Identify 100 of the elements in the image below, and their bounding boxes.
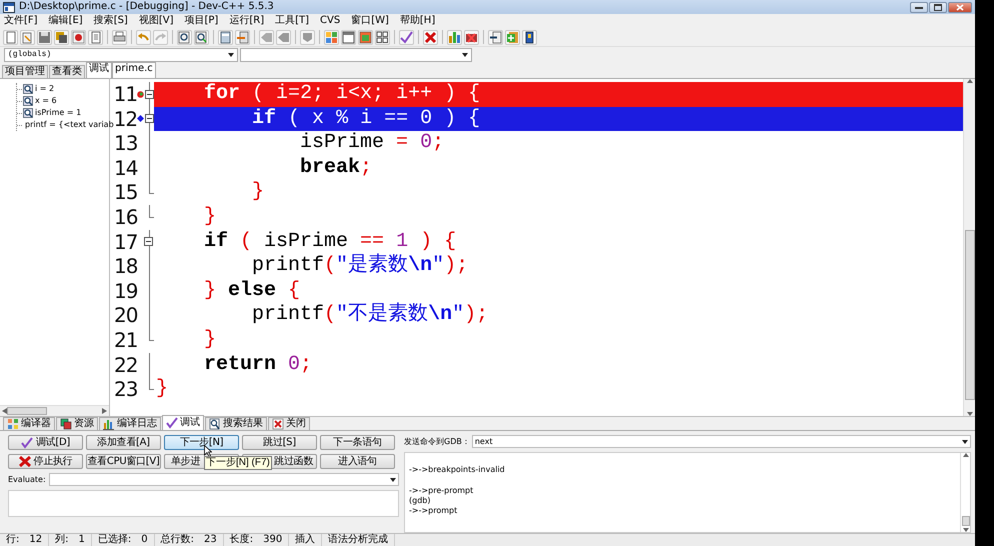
debug-button[interactable]: 跳过[S] — [242, 435, 317, 450]
breakpoint-icon[interactable] — [137, 90, 144, 98]
line-number: 16 — [113, 204, 138, 230]
menu-item[interactable]: 视图[V] — [138, 15, 174, 27]
code-line: break; — [299, 156, 374, 180]
menu-item[interactable]: CVS — [320, 15, 340, 27]
watch-icon — [23, 96, 33, 106]
debug-button[interactable]: 停止执行 — [8, 454, 83, 469]
watch-item[interactable]: printf = {<text variab — [25, 120, 114, 130]
debug-button[interactable]: 查看CPU窗口[V] — [86, 454, 161, 469]
menu-item[interactable]: 编辑[E] — [48, 15, 83, 27]
printer-icon[interactable] — [113, 30, 126, 44]
bar-chart-icon[interactable] — [448, 30, 461, 44]
status-value: 12 — [29, 534, 42, 546]
fold-toggle[interactable] — [144, 237, 154, 246]
check-icon — [20, 436, 33, 448]
debug-button[interactable]: 添加查看[A] — [86, 435, 161, 450]
status-value: 0 — [141, 534, 148, 546]
panel-tab[interactable]: 项目管理 — [2, 65, 48, 78]
maximize-button[interactable] — [929, 2, 947, 12]
scrollbar-thumb[interactable] — [962, 516, 970, 526]
check-icon[interactable] — [400, 30, 413, 44]
line-number: 21 — [113, 328, 138, 353]
evaluate-field[interactable] — [48, 473, 399, 486]
menu-item[interactable]: 文件[F] — [4, 15, 38, 27]
book-icon[interactable] — [523, 30, 536, 44]
line-number: 14 — [113, 156, 138, 180]
code-line: } — [203, 328, 218, 353]
status-label: 行: — [6, 534, 20, 546]
window-title: D:\Desktop\prime.c - [Debugging] - Dev-C++ 5.5.3 — [19, 1, 274, 13]
debug-button[interactable]: 进入语句 — [320, 454, 395, 469]
magnifier-page-icon[interactable] — [178, 30, 191, 44]
magnifier-page-icon[interactable] — [195, 30, 208, 44]
file-tab[interactable]: prime.c — [112, 62, 156, 78]
panel-tab[interactable]: 调试 — [86, 62, 112, 78]
fold-toggle[interactable] — [144, 114, 154, 124]
watch-item[interactable]: isPrime = 1 — [35, 108, 82, 118]
menu-item[interactable]: 搜索[S] — [94, 15, 128, 27]
code-line: printf("不是素数\n"); — [251, 303, 490, 328]
panel-tab[interactable]: 资源 — [56, 417, 98, 430]
status-value: 1 — [78, 534, 85, 546]
panel-tab[interactable]: 搜索结果 — [205, 417, 267, 430]
dropdown-arrow-icon — [462, 53, 468, 57]
shield-icon[interactable] — [301, 30, 314, 44]
status-value: 390 — [263, 534, 282, 546]
search-icon — [209, 418, 221, 430]
scrollbar-thumb[interactable] — [964, 230, 974, 400]
menu-item[interactable]: 项目[P] — [184, 15, 218, 27]
menu-item[interactable]: 工具[T] — [275, 15, 310, 27]
panel-tab[interactable]: 编译日志 — [99, 417, 161, 430]
code-line: } else { — [203, 278, 302, 304]
scroll-right-icon[interactable] — [102, 408, 107, 414]
line-number: 23 — [113, 377, 138, 402]
left-arrow-icon[interactable] — [277, 30, 290, 44]
status-label: 总行数: — [160, 534, 194, 546]
scroll-up-icon[interactable] — [962, 453, 968, 457]
debug-button[interactable]: 下一步[N] — [164, 435, 239, 450]
close-button[interactable] — [948, 2, 972, 12]
panel-icon[interactable] — [219, 30, 232, 44]
save-icon[interactable] — [38, 30, 51, 44]
panel-tab[interactable]: 调试 — [162, 415, 204, 430]
scrollbar-thumb[interactable] — [7, 407, 47, 415]
panel-tab[interactable]: 查看类 — [49, 65, 85, 78]
cross-icon[interactable] — [424, 30, 437, 44]
line-number: 11 — [112, 82, 138, 107]
bar-chart-icon — [103, 418, 115, 430]
menu-item[interactable]: 窗口[W] — [351, 15, 389, 27]
check-icon — [166, 417, 178, 429]
scope-dropdown[interactable]: (globals) — [4, 48, 238, 62]
minimize-button[interactable] — [910, 2, 928, 12]
color-window-icon[interactable] — [359, 30, 372, 44]
debug-button[interactable]: 下一条语句 — [320, 435, 395, 450]
plus-icon[interactable] — [506, 30, 519, 44]
watch-item[interactable]: x = 6 — [35, 96, 57, 106]
scroll-down-icon[interactable] — [966, 412, 972, 416]
close-icon — [272, 418, 284, 430]
tooltip: 下一步[N] (F7) — [204, 456, 272, 470]
undo-arrow-icon[interactable] — [137, 30, 150, 44]
tiles-icon[interactable] — [325, 30, 338, 44]
window-icon[interactable] — [342, 30, 355, 44]
four-squares-icon[interactable] — [376, 30, 389, 44]
page-icon[interactable] — [4, 30, 17, 44]
panel-tab[interactable]: 关闭 — [268, 417, 310, 430]
close-file-icon[interactable] — [72, 30, 85, 44]
menu-item[interactable]: 运行[R] — [229, 15, 264, 27]
code-line: } — [203, 204, 218, 230]
document-icon[interactable] — [89, 30, 102, 44]
code-line: isPrime = 0; — [299, 131, 446, 156]
fold-toggle[interactable] — [144, 90, 154, 99]
scroll-up-icon[interactable] — [966, 79, 972, 83]
debug-button[interactable]: 调试[D] — [8, 435, 83, 450]
watch-item[interactable]: i = 2 — [35, 84, 54, 94]
panel-tab[interactable]: 编译器 — [3, 417, 55, 430]
pages-icon[interactable] — [21, 30, 34, 44]
menu-item[interactable]: 帮助[H] — [400, 15, 436, 27]
stacked-pages-icon[interactable] — [55, 30, 68, 44]
line-number: 15 — [113, 180, 138, 205]
delete-icon[interactable] — [465, 30, 478, 44]
dropdown-arrow-icon — [228, 53, 234, 57]
gdb-command-field[interactable]: next — [472, 435, 971, 448]
